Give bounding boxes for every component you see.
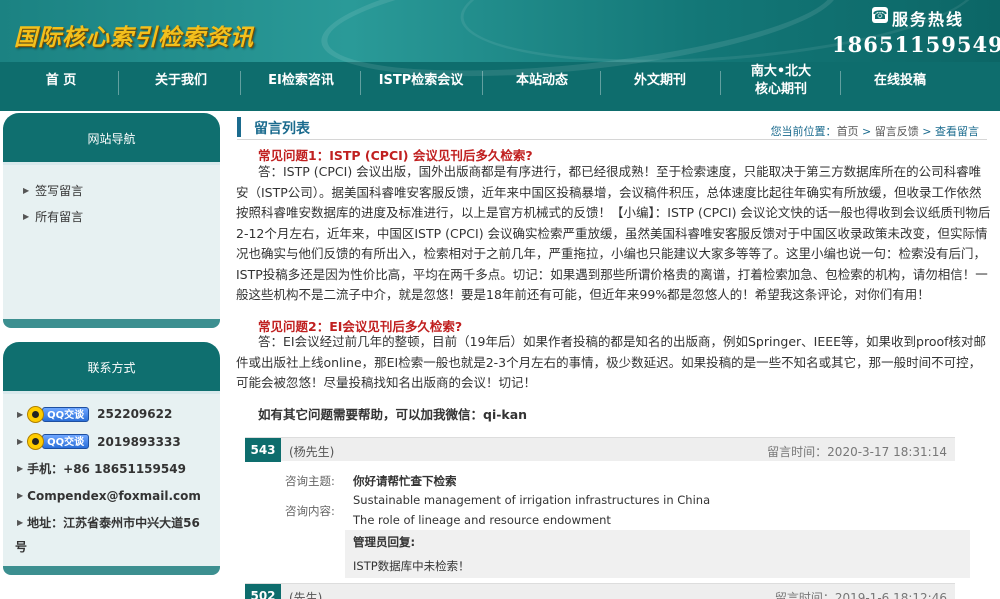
breadcrumb-home[interactable]: 首页 xyxy=(837,125,859,138)
contact-address-text-cont: 号 xyxy=(15,539,28,554)
sidebar-contact-title: 联系方式 xyxy=(3,342,220,394)
nav-submit[interactable]: 在线投稿 xyxy=(856,62,944,99)
message-author: (杨先生) xyxy=(289,445,335,459)
breadcrumb-current[interactable]: 查看留言 xyxy=(935,125,979,138)
contact-address-text: 地址：江苏省泰州市中兴大道56 xyxy=(27,515,200,530)
message-author: (先生) xyxy=(289,591,323,599)
nav-divider xyxy=(360,71,361,95)
qq-chat-label: QQ交谈 xyxy=(42,434,90,449)
nav-core-journals[interactable]: 南大•北大 核心期刊 xyxy=(736,60,826,101)
message-id: 502 xyxy=(245,584,281,599)
nav-divider xyxy=(600,71,601,95)
page-title: 留言列表 xyxy=(254,121,310,137)
qq-chat-label: QQ交谈 xyxy=(42,406,90,422)
contact-address-cont: 号 xyxy=(3,535,220,557)
wechat-contact-line: 如有其它问题需要帮助，可以加我微信：qi-kan xyxy=(258,407,528,422)
sidebar-contact-box: 联系方式 ▶ QQ交谈 252209622 ▶ QQ交谈 2019893333 … xyxy=(3,342,220,575)
message-subject: 你好请帮忙查下检索 xyxy=(353,474,457,488)
nav-divider xyxy=(840,71,841,95)
sidebar-item-all-messages[interactable]: ▶ 所有留言 xyxy=(3,203,220,229)
nav-journals[interactable]: 外文期刊 xyxy=(616,62,704,99)
breadcrumb-feedback[interactable]: 留言反馈 xyxy=(875,125,919,138)
sidebar-nav-body: ▶ 签写留言 ▶ 所有留言 xyxy=(3,165,220,319)
nav-divider xyxy=(118,71,119,95)
main-title-bar: 留言列表 您当前位置：首页 > 留言反馈 > 查看留言 xyxy=(237,115,987,140)
faq-answer-2: 答：EI会议经过前几年的整顿，目前（19年后）如果作者投稿的都是知名的出版商，例… xyxy=(236,334,987,390)
nav-news[interactable]: 本站动态 xyxy=(498,62,586,99)
qq-penguin-icon xyxy=(27,405,45,423)
breadcrumb-prefix: 您当前位置： xyxy=(770,125,837,138)
subject-label: 咨询主题: xyxy=(285,474,335,488)
site-title: 国际核心索引检索资讯 xyxy=(14,25,254,51)
sidebar-contact-body: ▶ QQ交谈 252209622 ▶ QQ交谈 2019893333 ▶ 手机：… xyxy=(3,394,220,566)
hotline-number: 18651159549 xyxy=(832,32,1000,57)
qq-number: 2019893333 xyxy=(97,434,181,449)
nav-divider xyxy=(482,71,483,95)
sidebar-nav-footer xyxy=(3,319,220,328)
nav-about[interactable]: 关于我们 xyxy=(138,62,224,99)
sidebar-item-label: 所有留言 xyxy=(35,209,84,224)
nav-divider xyxy=(240,71,241,95)
bullet-icon: ▶ xyxy=(17,491,24,500)
message-header: 543 (杨先生) 留言时间：2020-3-17 18:31:14 xyxy=(245,437,955,462)
hotline-label: 服务热线 xyxy=(892,10,965,29)
contact-qq-1: ▶ QQ交谈 252209622 xyxy=(3,400,220,428)
qq-chat-button[interactable]: QQ交谈 xyxy=(27,405,90,423)
message-time: 留言时间：2020-3-17 18:31:14 xyxy=(767,445,947,459)
contact-email-text[interactable]: Compendex@foxmail.com xyxy=(27,489,201,503)
admin-reply-text: ISTP数据库中未检索！ xyxy=(353,559,470,573)
bullet-icon: ▶ xyxy=(23,211,30,221)
content-label: 咨询内容: xyxy=(285,504,335,518)
site-header: 国际核心索引检索资讯 ☎ 服务热线 18651159549 首 页 关于我们 E… xyxy=(0,0,1000,111)
breadcrumb: 您当前位置：首页 > 留言反馈 > 查看留言 xyxy=(771,123,979,139)
phone-icon: ☎ xyxy=(872,7,888,23)
message-id: 543 xyxy=(245,438,281,462)
contact-address: ▶ 地址：江苏省泰州市中兴大道56 xyxy=(3,509,220,535)
message-content-line-2: The role of lineage and resource endowme… xyxy=(353,513,611,527)
sidebar-item-sign-guestbook[interactable]: ▶ 签写留言 xyxy=(3,177,220,203)
breadcrumb-separator: > xyxy=(918,125,935,138)
nav-istp[interactable]: ISTP检索会议 xyxy=(370,62,472,99)
main-nav: 首 页 关于我们 EI检索咨讯 ISTP检索会议 本站动态 外文期刊 南大•北大… xyxy=(0,62,1000,111)
sidebar-nav-box: 网站导航 ▶ 签写留言 ▶ 所有留言 xyxy=(3,113,220,328)
admin-reply-label: 管理员回复: xyxy=(353,535,416,549)
contact-email: ▶ Compendex@foxmail.com xyxy=(3,482,220,509)
bullet-icon: ▶ xyxy=(17,409,24,419)
bullet-icon: ▶ xyxy=(17,517,24,527)
message-header: 502 (先生) 留言时间：2019-1-6 18:12:46 xyxy=(245,583,955,599)
bullet-icon: ▶ xyxy=(17,464,24,473)
contact-phone: ▶ 手机：+86 18651159549 xyxy=(3,455,220,482)
breadcrumb-separator: > xyxy=(858,125,875,138)
qq-chat-button[interactable]: QQ交谈 xyxy=(27,433,90,451)
bullet-icon: ▶ xyxy=(17,437,24,446)
faq-answer-1: 答：ISTP (CPCI) 会议出版，国外出版商都是有序进行，都已经很成熟！至于… xyxy=(236,164,991,302)
sidebar-contact-footer xyxy=(3,566,220,575)
title-accent-bar xyxy=(237,117,241,137)
contact-phone-text: 手机：+86 18651159549 xyxy=(27,462,186,476)
nav-divider xyxy=(720,71,721,95)
message-time: 留言时间：2019-1-6 18:12:46 xyxy=(774,591,947,599)
contact-qq-2: ▶ QQ交谈 2019893333 xyxy=(3,428,220,455)
admin-reply-box: 管理员回复: ISTP数据库中未检索！ xyxy=(345,530,970,578)
nav-home[interactable]: 首 页 xyxy=(20,62,102,99)
bullet-icon: ▶ xyxy=(23,185,30,195)
nav-ei[interactable]: EI检索咨讯 xyxy=(256,62,346,99)
sidebar-nav-title: 网站导航 xyxy=(3,113,220,165)
qq-number: 252209622 xyxy=(97,407,173,421)
message-content-line-1: Sustainable management of irrigation inf… xyxy=(353,493,711,507)
sidebar-item-label: 签写留言 xyxy=(35,183,84,198)
